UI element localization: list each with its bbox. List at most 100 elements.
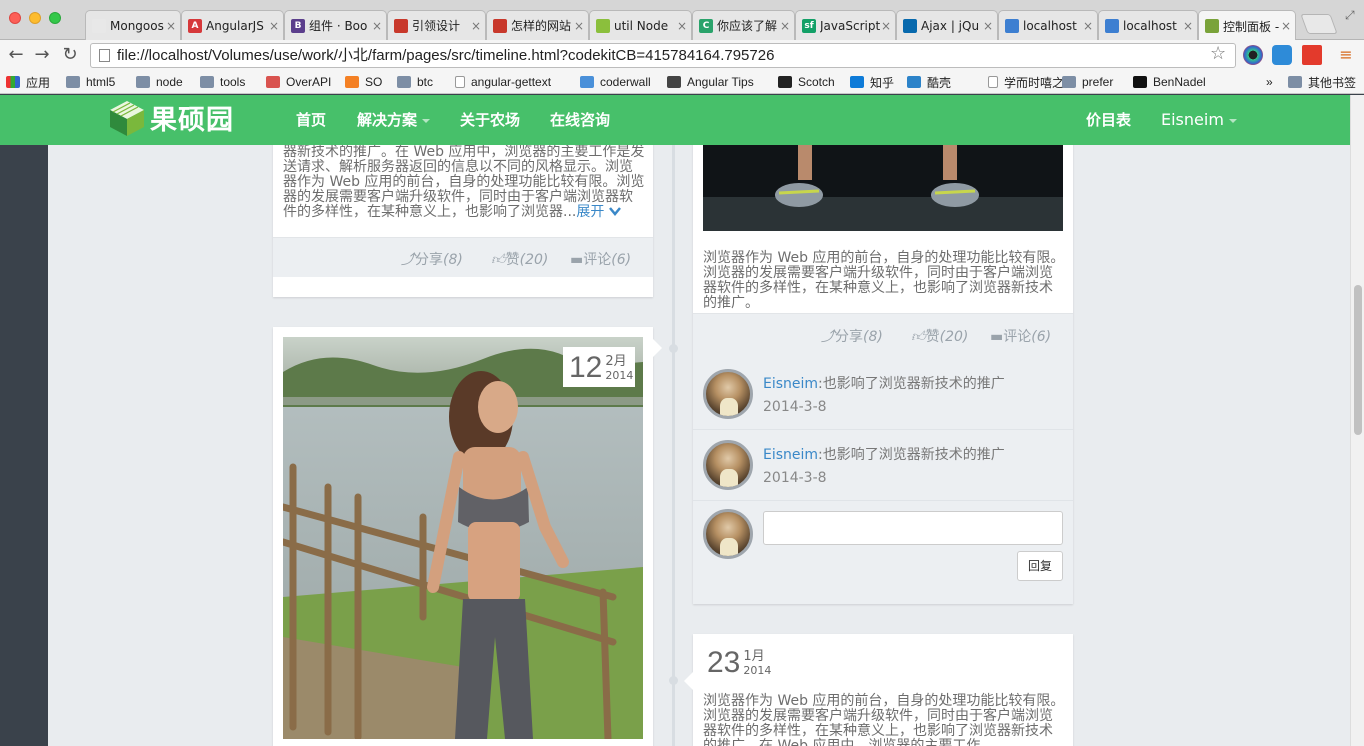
- comment-button[interactable]: ▬评论(6): [990, 326, 1051, 346]
- browser-tab[interactable]: Ajax | jQu ×: [896, 10, 998, 40]
- close-tab-icon[interactable]: ×: [983, 19, 997, 33]
- zoom-window-button[interactable]: [49, 12, 61, 24]
- close-tab-icon[interactable]: ×: [574, 19, 588, 33]
- close-tab-icon[interactable]: ×: [881, 19, 895, 33]
- browser-tab[interactable]: 控制面板 - ×: [1198, 10, 1296, 41]
- expand-link[interactable]: 展开: [576, 204, 621, 220]
- bookmark-item[interactable]: SO: [345, 73, 382, 91]
- address-bar[interactable]: file://localhost/Volumes/use/work/小北/far…: [90, 43, 1236, 68]
- bookmark-item[interactable]: BenNadel: [1133, 73, 1206, 91]
- bookmark-item[interactable]: 应用: [6, 73, 50, 91]
- bookmark-item[interactable]: OverAPI: [266, 73, 331, 91]
- close-tab-icon[interactable]: ×: [372, 19, 386, 33]
- close-window-button[interactable]: [9, 12, 21, 24]
- browser-tab[interactable]: localhost ×: [1098, 10, 1198, 40]
- bookmark-item[interactable]: btc: [397, 73, 433, 91]
- folder-icon: [66, 76, 80, 88]
- scrollbar-thumb[interactable]: [1354, 285, 1362, 435]
- close-tab-icon[interactable]: ×: [677, 19, 691, 33]
- browser-tab[interactable]: 引领设计 ×: [387, 10, 486, 40]
- browser-tab[interactable]: C 你应该了解 ×: [692, 10, 795, 40]
- bookmark-label: tools: [220, 75, 246, 89]
- date-day: 23: [707, 646, 741, 679]
- menu-icon[interactable]: ≡: [1334, 43, 1358, 67]
- comment-date: 2014-3-8: [763, 470, 827, 486]
- chevron-down-icon: [1228, 118, 1237, 123]
- nav-pricing[interactable]: 价目表: [1086, 95, 1131, 145]
- comment-item: Eisneim:也影响了浏览器新技术的推广 2014-3-8: [693, 359, 1073, 430]
- fullscreen-icon[interactable]: ⤢: [1345, 8, 1355, 23]
- page-scrollbar[interactable]: [1350, 95, 1364, 746]
- favicon-icon: [92, 18, 106, 33]
- timeline-dot: [669, 676, 678, 685]
- close-tab-icon[interactable]: ×: [1083, 19, 1097, 33]
- share-button[interactable]: ⤴分享(8): [401, 249, 463, 269]
- other-bookmarks-label: 其他书签: [1308, 75, 1357, 90]
- post-photo[interactable]: [703, 145, 1063, 231]
- close-tab-icon[interactable]: ×: [780, 19, 794, 33]
- browser-tab[interactable]: Mongoos ×: [85, 10, 181, 40]
- bookmark-item[interactable]: prefer: [1062, 73, 1113, 91]
- forward-icon[interactable]: →: [30, 43, 54, 67]
- bookmark-item[interactable]: 酷壳: [907, 73, 951, 91]
- close-tab-icon[interactable]: ×: [1281, 19, 1295, 33]
- browser-tab[interactable]: util Node ×: [589, 10, 692, 40]
- share-button[interactable]: ⤴分享(8): [821, 326, 883, 346]
- reply-button[interactable]: 回复: [1017, 551, 1063, 581]
- card-pointer: [684, 672, 693, 690]
- share-label: 分享: [415, 252, 443, 268]
- back-icon[interactable]: ←: [4, 43, 28, 67]
- browser-tab[interactable]: localhost ×: [998, 10, 1098, 40]
- close-tab-icon[interactable]: ×: [166, 19, 180, 33]
- bookmark-item[interactable]: angular-gettext: [455, 73, 551, 91]
- bookmark-item[interactable]: Scotch: [778, 73, 835, 91]
- bookmark-item[interactable]: tools: [200, 73, 245, 91]
- close-tab-icon[interactable]: ×: [1183, 19, 1197, 33]
- browser-tab-title: JavaScript: [820, 18, 881, 33]
- minimize-window-button[interactable]: [29, 12, 41, 24]
- nav-user-menu[interactable]: Eisneim: [1161, 95, 1237, 145]
- bookmark-item[interactable]: html5: [66, 73, 115, 91]
- comment-author-link[interactable]: Eisneim: [763, 376, 818, 392]
- like-count: (20): [939, 329, 969, 345]
- browser-tab[interactable]: 怎样的网站 ×: [486, 10, 589, 40]
- close-tab-icon[interactable]: ×: [471, 19, 485, 33]
- chevron-down-icon: [608, 207, 621, 216]
- comment-button[interactable]: ▬评论(6): [570, 249, 631, 269]
- extension-pdf-icon[interactable]: [1302, 45, 1322, 65]
- bookmarks-overflow-button[interactable]: »: [1266, 73, 1273, 91]
- avatar[interactable]: [703, 440, 753, 490]
- bookmark-item[interactable]: 学而时嘻之: [988, 73, 1064, 91]
- browser-tab[interactable]: A AngularJS ×: [181, 10, 284, 40]
- bookmark-item[interactable]: coderwall: [580, 73, 651, 91]
- nav-consult[interactable]: 在线咨询: [550, 95, 610, 145]
- browser-tab[interactable]: B 组件 · Boo ×: [284, 10, 387, 40]
- new-tab-button[interactable]: [1300, 14, 1338, 34]
- browser-tab-title: 你应该了解: [717, 19, 778, 33]
- avatar[interactable]: [703, 369, 753, 419]
- site-logo[interactable]: 果硕园: [108, 98, 234, 137]
- reply-input[interactable]: [763, 511, 1063, 545]
- comment-author-link[interactable]: Eisneim: [763, 447, 818, 463]
- bookmark-label: 知乎: [870, 75, 895, 90]
- extension-colorpicker-icon[interactable]: [1243, 45, 1263, 65]
- browser-tab[interactable]: sf JavaScript ×: [795, 10, 896, 40]
- bookmark-star-icon[interactable]: ☆: [1210, 43, 1226, 64]
- bookmark-item[interactable]: 知乎: [850, 73, 894, 91]
- bookmarks-bar: 应用 html5 node tools OverAPI SO btc angular-gett…: [0, 70, 1364, 94]
- reload-icon[interactable]: ↻: [58, 43, 82, 67]
- close-tab-icon[interactable]: ×: [269, 19, 283, 33]
- like-count: (20): [519, 252, 549, 268]
- nav-consult-label: 在线咨询: [550, 111, 611, 129]
- post-photo[interactable]: [283, 337, 643, 739]
- nav-about-farm[interactable]: 关于农场: [460, 95, 520, 145]
- bookmark-item[interactable]: node: [136, 73, 183, 91]
- nav-solutions[interactable]: 解决方案: [357, 95, 431, 145]
- bookmark-item[interactable]: Angular Tips: [667, 73, 754, 91]
- like-button[interactable]: 👍︎赞(20): [491, 249, 548, 269]
- other-bookmarks-folder[interactable]: 其他书签: [1288, 73, 1356, 91]
- nav-home[interactable]: 首页: [296, 95, 326, 145]
- like-button[interactable]: 👍︎赞(20): [911, 326, 968, 346]
- extension-screen-icon[interactable]: [1272, 45, 1292, 65]
- browser-tab-title: Mongoos: [110, 18, 164, 33]
